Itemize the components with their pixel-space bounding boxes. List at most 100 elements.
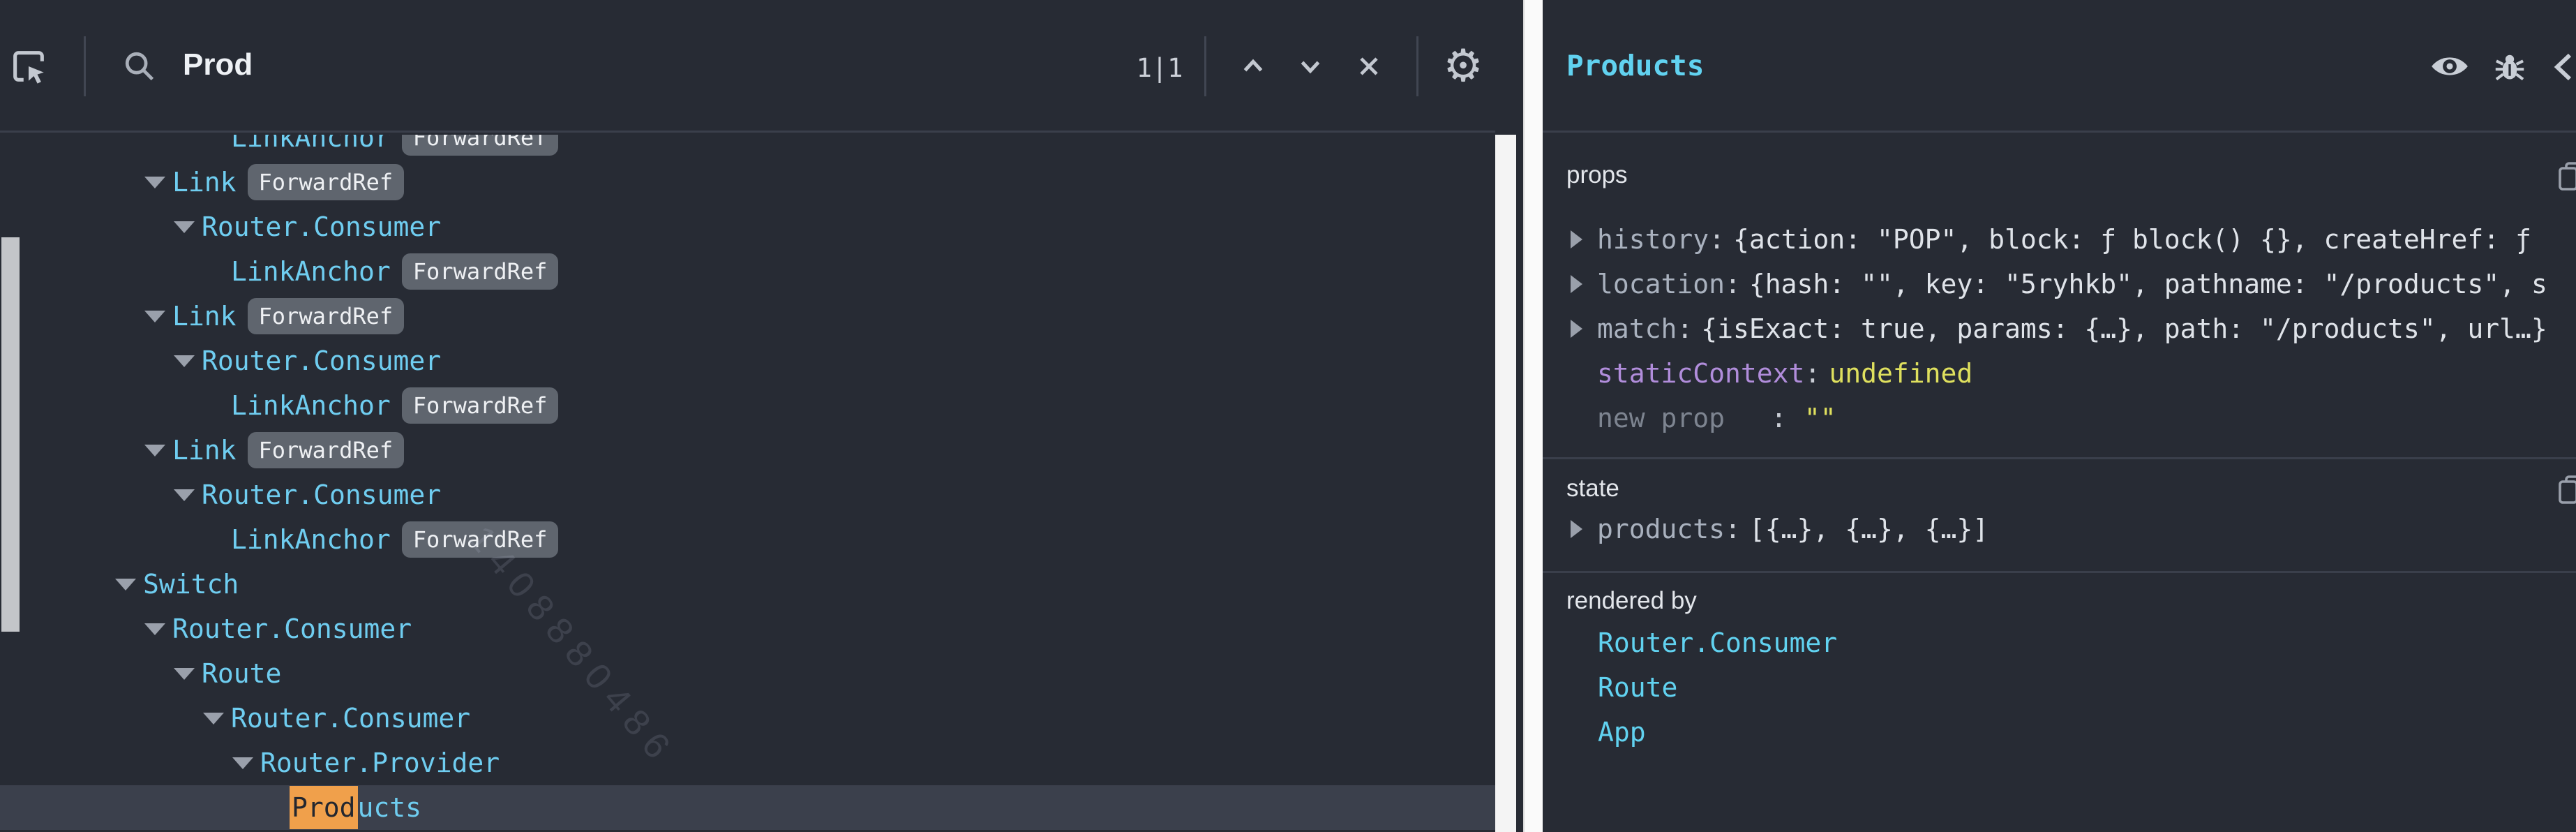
expand-collapse-arrow-icon[interactable] bbox=[144, 177, 165, 188]
prop-key: location bbox=[1597, 269, 1725, 299]
tree-row[interactable]: Products bbox=[0, 785, 1495, 830]
expand-arrow-icon[interactable] bbox=[1571, 520, 1597, 538]
copy-icon bbox=[2558, 161, 2576, 192]
component-name: LinkAnchor bbox=[231, 256, 391, 287]
tree-scrollbar-track[interactable] bbox=[1495, 135, 1516, 832]
tree-row[interactable]: Router.Consumer bbox=[0, 607, 1495, 651]
search-icon bbox=[121, 48, 158, 84]
expand-arrow-icon[interactable] bbox=[1571, 230, 1597, 248]
inspect-element-button[interactable] bbox=[7, 0, 50, 133]
expand-collapse-arrow-icon[interactable] bbox=[174, 355, 195, 367]
inspector-row[interactable]: match:{isExact: true, params: {…}, path:… bbox=[1543, 306, 2576, 351]
rendered-by-label: rendered by bbox=[1566, 587, 1697, 614]
tree-row[interactable]: Router.Consumer bbox=[0, 205, 1495, 249]
close-x-icon bbox=[1354, 51, 1384, 82]
tree-row[interactable]: Router.Consumer bbox=[0, 473, 1495, 517]
expand-collapse-arrow-icon[interactable] bbox=[144, 311, 165, 322]
rendered-by-item[interactable]: Route bbox=[1543, 665, 2576, 710]
prop-key: products bbox=[1597, 514, 1725, 544]
chevron-down-icon bbox=[1294, 50, 1326, 82]
inspector-row[interactable]: staticContext:undefined bbox=[1543, 351, 2576, 396]
props-section: props history:{action: "POP", block: ƒ b… bbox=[1543, 135, 2576, 457]
panel-splitter[interactable] bbox=[1523, 0, 1543, 832]
tree-row[interactable]: Link ForwardRef bbox=[0, 294, 1495, 339]
inspector-row[interactable]: history:{action: "POP", block: ƒ block()… bbox=[1543, 217, 2576, 262]
prop-key[interactable]: new prop bbox=[1597, 403, 1725, 433]
inspector-row[interactable]: new prop:"" bbox=[1543, 396, 2576, 440]
toolbar-divider bbox=[1204, 36, 1206, 96]
copy-state-button[interactable] bbox=[2558, 475, 2576, 508]
expand-collapse-arrow-icon[interactable] bbox=[144, 623, 165, 635]
expand-collapse-arrow-icon[interactable] bbox=[174, 489, 195, 501]
props-section-label: props bbox=[1566, 161, 1628, 188]
value-preview: {action: "POP", block: ƒ block() {}, cre… bbox=[1733, 224, 2531, 255]
expand-arrow-icon[interactable] bbox=[1571, 275, 1597, 293]
tree-row[interactable]: LinkAnchor ForwardRef bbox=[0, 135, 1495, 160]
inspector-row[interactable]: products: [{…}, {…}, {…}] bbox=[1543, 507, 2576, 551]
clear-search-button[interactable] bbox=[1348, 0, 1390, 133]
tree-row[interactable]: Router.Consumer bbox=[0, 339, 1495, 383]
inspect-element-icon bbox=[8, 46, 49, 87]
component-name: Router.Consumer bbox=[231, 703, 470, 734]
prop-value: undefined bbox=[1829, 358, 1972, 389]
expand-collapse-arrow-icon[interactable] bbox=[174, 668, 195, 680]
expand-collapse-arrow-icon[interactable] bbox=[144, 445, 165, 456]
react-devtools-components-panel: Prod 1|1 ⚙ LinkAnchor ForwardRef Link Forwa… bbox=[0, 0, 2576, 832]
prev-result-button[interactable] bbox=[1232, 0, 1274, 133]
component-tree: LinkAnchor ForwardRef Link ForwardRef Router… bbox=[0, 135, 1495, 832]
debug-log-button[interactable] bbox=[2493, 51, 2526, 89]
copy-icon bbox=[2558, 475, 2576, 505]
tree-scrollbar-thumb[interactable] bbox=[1, 237, 20, 632]
component-name: LinkAnchor bbox=[231, 390, 391, 421]
tree-row[interactable]: LinkAnchorForwardRef bbox=[0, 249, 1495, 294]
expand-collapse-arrow-icon[interactable] bbox=[203, 713, 224, 725]
tree-row[interactable]: LinkForwardRef bbox=[0, 428, 1495, 473]
forwardref-badge: ForwardRef bbox=[402, 135, 559, 156]
copy-props-button[interactable] bbox=[2558, 161, 2576, 195]
expand-collapse-arrow-icon[interactable] bbox=[115, 579, 136, 590]
settings-button[interactable]: ⚙ bbox=[1439, 0, 1488, 133]
component-name: LinkAnchor bbox=[231, 524, 391, 555]
search-input[interactable]: Prod bbox=[183, 47, 253, 82]
component-name: Link bbox=[172, 167, 237, 198]
tree-row[interactable]: Link ForwardRef bbox=[0, 160, 1495, 205]
component-name: Link bbox=[172, 301, 237, 332]
forwardref-badge: ForwardRef bbox=[248, 298, 405, 334]
inspector-panel: Products bbox=[1543, 0, 2576, 832]
expand-collapse-arrow-icon[interactable] bbox=[174, 221, 195, 233]
component-name: Route bbox=[202, 658, 281, 689]
forwardref-badge: ForwardRef bbox=[402, 387, 559, 424]
bug-icon bbox=[2493, 51, 2526, 86]
key-value-colon: : bbox=[1804, 358, 1820, 389]
toolbar-divider bbox=[1416, 36, 1418, 96]
rendered-by-item[interactable]: Router.Consumer bbox=[1543, 621, 2576, 665]
tree-row[interactable]: Router.Consumer bbox=[0, 696, 1495, 741]
expand-arrow-icon[interactable] bbox=[1571, 320, 1597, 338]
rendered-by-item[interactable]: App bbox=[1543, 710, 2576, 755]
inspector-row[interactable]: location:{hash: "", key: "5ryhkb", pathn… bbox=[1543, 262, 2576, 306]
prop-value[interactable]: "" bbox=[1804, 403, 1836, 433]
toolbar-divider bbox=[84, 36, 86, 96]
tree-row[interactable]: Route bbox=[0, 651, 1495, 696]
search-match-highlight: Prod bbox=[290, 786, 358, 829]
tree-row[interactable]: Switch bbox=[0, 562, 1495, 607]
tree-row[interactable]: LinkAnchor ForwardRef bbox=[0, 383, 1495, 428]
component-name: LinkAnchor bbox=[231, 135, 391, 153]
selected-component-title: Products bbox=[1566, 49, 1704, 82]
value-preview: {hash: "", key: "5ryhkb", pathname: "/pr… bbox=[1749, 269, 2547, 299]
value-preview: [{…}, {…}, {…}] bbox=[1749, 514, 1989, 544]
component-name: Router.Consumer bbox=[172, 614, 412, 644]
suspense-toggle-button[interactable] bbox=[2430, 51, 2469, 84]
view-source-button[interactable] bbox=[2553, 51, 2576, 86]
component-name: Router.Consumer bbox=[202, 480, 441, 510]
tree-row[interactable]: Router.Provider bbox=[0, 741, 1495, 785]
tree-row[interactable]: LinkAnchorForwardRef bbox=[0, 517, 1495, 562]
next-result-button[interactable] bbox=[1289, 0, 1331, 133]
component-name-rest: ucts bbox=[358, 792, 422, 823]
prop-key: match bbox=[1597, 313, 1677, 344]
forwardref-badge: ForwardRef bbox=[248, 164, 405, 200]
component-name: Router.Consumer bbox=[202, 346, 441, 376]
search-result-count: 1|1 bbox=[1126, 53, 1193, 83]
expand-collapse-arrow-icon[interactable] bbox=[232, 757, 253, 769]
key-value-colon: : bbox=[1725, 514, 1741, 544]
